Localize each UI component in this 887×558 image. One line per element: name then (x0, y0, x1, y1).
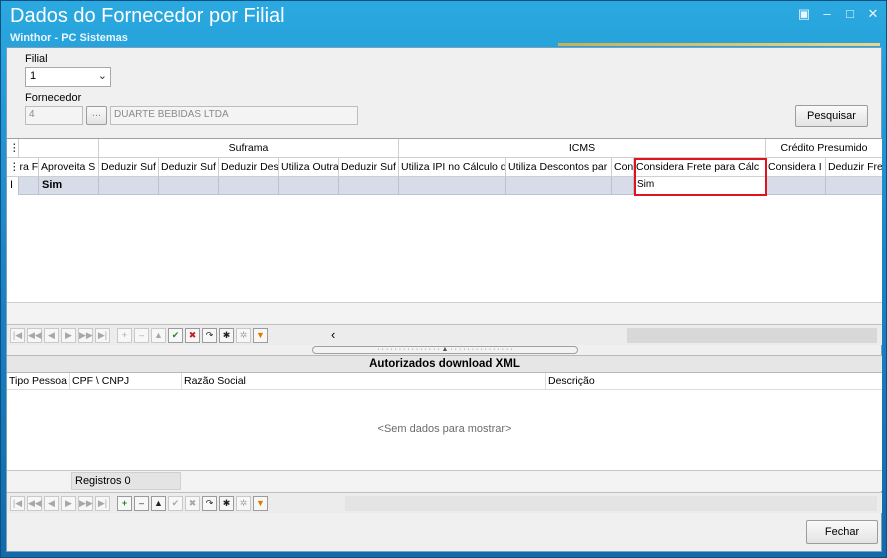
fornecedor-lookup-button[interactable]: ... (86, 106, 107, 125)
xml-panel-title: Autorizados download XML (7, 355, 882, 373)
close-button[interactable]: ✕ (865, 7, 881, 21)
column-header[interactable]: Deduzir Suf (159, 158, 219, 177)
delete-icon[interactable]: – (134, 496, 149, 511)
filter-icon[interactable]: ▼ (253, 328, 268, 343)
fechar-button[interactable]: Fechar (806, 520, 878, 544)
filial-value: 1 (30, 70, 37, 82)
first-record-icon[interactable]: |◀ (10, 328, 25, 343)
refresh-icon[interactable]: ↷ (202, 496, 217, 511)
insert-icon[interactable]: + (117, 328, 132, 343)
window-subtitle: Winthor - PC Sistemas (10, 32, 128, 44)
row-indicator-icon: I (7, 177, 19, 195)
grid-navigator: |◀ ◀◀ ◀ ▶ ▶▶ ▶| + – ▲ ✔ ✖ ↷ ✱ ✲ ▼ ‹ (7, 324, 882, 345)
title-accent-bar (558, 43, 880, 46)
post-check-icon[interactable]: ✔ (168, 328, 183, 343)
post-check-icon[interactable]: ✔ (168, 496, 183, 511)
scroll-left-icon[interactable]: ‹ (331, 328, 335, 342)
column-header[interactable]: Tipo Pessoa (7, 373, 70, 390)
fornecedor-filial-grid[interactable]: ⋮ Suframa ICMS Crédito Presumido ⋮ra F A… (7, 138, 882, 344)
refresh-icon[interactable]: ↷ (202, 328, 217, 343)
table-cell[interactable] (219, 177, 279, 195)
next-page-icon[interactable]: ▶▶ (78, 328, 93, 343)
window-title: Dados do Fornecedor por Filial (10, 5, 285, 27)
maximize-button[interactable]: □ (842, 7, 858, 21)
fornecedor-name-field[interactable]: DUARTE BEBIDAS LTDA (110, 106, 358, 125)
minimize-button[interactable]: – (819, 7, 835, 21)
column-header[interactable]: Razão Social (182, 373, 546, 390)
band-corner-icon: ⋮ (7, 139, 19, 158)
insert-icon[interactable]: + (117, 496, 132, 511)
highlight-box (634, 158, 767, 196)
goto-bookmark-icon[interactable]: ✲ (236, 496, 251, 511)
delete-icon[interactable]: – (134, 328, 149, 343)
column-header[interactable]: Aproveita S (39, 158, 99, 177)
prior-page-icon[interactable]: ◀◀ (27, 496, 42, 511)
column-header[interactable]: Deduzir Des (219, 158, 279, 177)
next-record-icon[interactable]: ▶ (61, 328, 76, 343)
prior-record-icon[interactable]: ◀ (44, 328, 59, 343)
column-header[interactable]: CPF \ CNPJ (70, 373, 182, 390)
filter-icon[interactable]: ▼ (253, 496, 268, 511)
cancel-x-icon[interactable]: ✖ (185, 496, 200, 511)
empty-state-text: <Sem dados para mostrar> (377, 423, 512, 435)
last-record-icon[interactable]: ▶| (95, 496, 110, 511)
horizontal-scrollbar-thumb[interactable] (627, 328, 877, 343)
table-cell[interactable] (826, 177, 882, 195)
first-record-icon[interactable]: |◀ (10, 496, 25, 511)
cancel-x-icon[interactable]: ✖ (185, 328, 200, 343)
filial-label: Filial (25, 53, 48, 65)
table-cell[interactable] (99, 177, 159, 195)
table-cell[interactable] (279, 177, 339, 195)
table-cell[interactable] (766, 177, 826, 195)
band-empty (19, 139, 99, 158)
column-header[interactable]: Utiliza Outra (279, 158, 339, 177)
fornecedor-code-field[interactable]: 4 (25, 106, 83, 125)
restore-icon[interactable]: ▣ (796, 7, 812, 21)
column-header[interactable]: Deduzir Fre (826, 158, 882, 177)
band-credito-presumido: Crédito Presumido (780, 142, 868, 154)
xml-grid-footer: Registros 0 (7, 470, 882, 491)
goto-bookmark-icon[interactable]: ✲ (236, 328, 251, 343)
column-header[interactable]: Utiliza IPI no Cálculo d (399, 158, 506, 177)
table-cell[interactable] (612, 177, 634, 195)
column-header[interactable]: ⋮ra F (7, 158, 39, 177)
table-cell[interactable] (19, 177, 39, 195)
column-header[interactable]: Utiliza Descontos par (506, 158, 612, 177)
chevron-down-icon[interactable]: ⌄ (98, 69, 107, 82)
band-suframa: Suframa (99, 139, 399, 158)
aproveita-cell[interactable]: Sim (39, 177, 99, 195)
edit-icon[interactable]: ▲ (151, 496, 166, 511)
splitter-handle[interactable]: · · · · · · · · · · · · · · · ▲ · · · · … (312, 346, 578, 354)
band-icms: ICMS (399, 139, 766, 158)
table-cell[interactable] (159, 177, 219, 195)
last-record-icon[interactable]: ▶| (95, 328, 110, 343)
table-cell[interactable] (506, 177, 612, 195)
column-header[interactable]: Descrição (546, 373, 882, 390)
column-header[interactable]: Deduzir Suf (339, 158, 399, 177)
next-page-icon[interactable]: ▶▶ (78, 496, 93, 511)
table-cell[interactable] (339, 177, 399, 195)
next-record-icon[interactable]: ▶ (61, 496, 76, 511)
column-header[interactable]: Deduzir Suf (99, 158, 159, 177)
main-client-area: Filial 1 ⌄ Fornecedor 4 ... DUARTE BEBID… (6, 47, 882, 552)
xml-authorized-grid[interactable]: Tipo Pessoa CPF \ CNPJ Razão Social Desc… (7, 373, 882, 470)
prior-record-icon[interactable]: ◀ (44, 496, 59, 511)
grid-footer (7, 302, 882, 324)
pesquisar-button[interactable]: Pesquisar (795, 105, 868, 127)
xml-grid-navigator: |◀ ◀◀ ◀ ▶ ▶▶ ▶| + – ▲ ✔ ✖ ↷ ✱ ✲ ▼ (7, 492, 882, 513)
horizontal-scrollbar[interactable] (345, 496, 877, 511)
prior-page-icon[interactable]: ◀◀ (27, 328, 42, 343)
app-window: Dados do Fornecedor por Filial Winthor -… (0, 0, 887, 558)
bookmark-icon[interactable]: ✱ (219, 496, 234, 511)
fornecedor-label: Fornecedor (25, 92, 82, 104)
bookmark-icon[interactable]: ✱ (219, 328, 234, 343)
column-header[interactable]: Considera I (766, 158, 826, 177)
fechar-label: Fechar (824, 526, 860, 538)
table-cell[interactable] (399, 177, 506, 195)
filial-combobox[interactable]: 1 ⌄ (25, 67, 111, 87)
band-header-row: ⋮ Suframa ICMS Crédito Presumido (7, 139, 882, 158)
edit-icon[interactable]: ▲ (151, 328, 166, 343)
registros-count: Registros 0 (71, 472, 181, 490)
column-header[interactable]: Con (612, 158, 634, 177)
